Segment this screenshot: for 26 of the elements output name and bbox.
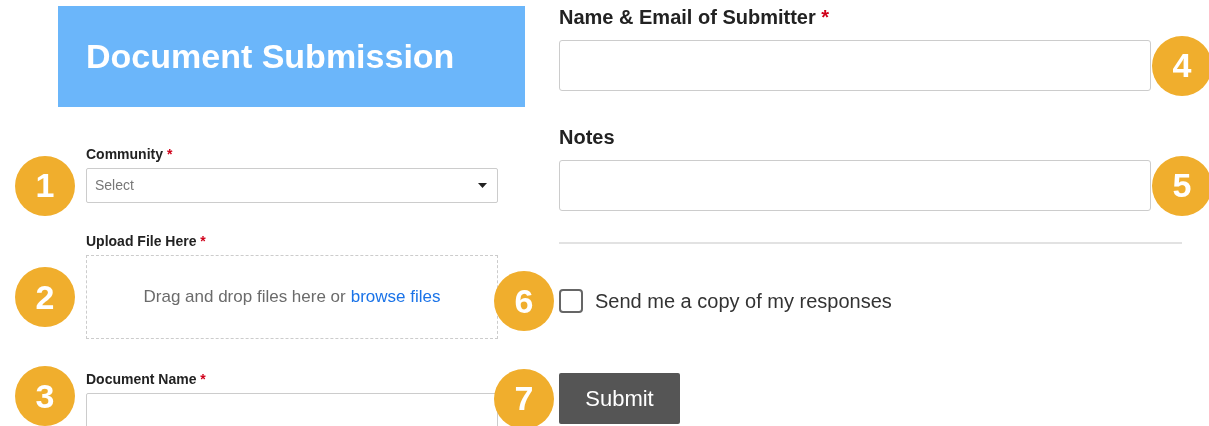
- required-mark: *: [200, 233, 206, 249]
- step-marker: 7: [494, 368, 554, 426]
- required-mark: *: [200, 371, 206, 387]
- upload-hint: Drag and drop files here or: [143, 286, 346, 309]
- step-marker: 3: [15, 366, 75, 426]
- step-marker: 5: [1152, 155, 1209, 216]
- field-label: Notes: [559, 126, 615, 148]
- field-label: Upload File Here: [86, 233, 197, 249]
- required-mark: *: [166, 146, 173, 162]
- checkbox[interactable]: [559, 289, 583, 313]
- caret-icon: [478, 183, 487, 188]
- page-header: Document Submission: [58, 6, 525, 107]
- step-marker: 4: [1152, 35, 1209, 96]
- submit-button[interactable]: Submit: [559, 373, 680, 424]
- step-marker: 1: [15, 155, 75, 216]
- field-label: Document Name: [86, 371, 197, 387]
- field-label: Community: [86, 146, 163, 162]
- input-field[interactable]: [559, 40, 1151, 91]
- select-field[interactable]: Select: [86, 168, 498, 203]
- step-marker: 6: [494, 271, 554, 331]
- step-marker: 2: [15, 267, 75, 327]
- required-mark: *: [821, 6, 830, 28]
- browse-files-link[interactable]: browse files: [350, 284, 441, 310]
- checkbox-label: Send me a copy of my responses: [595, 289, 892, 314]
- input-field[interactable]: [559, 160, 1151, 211]
- field-label: Name & Email of Submitter: [559, 6, 816, 28]
